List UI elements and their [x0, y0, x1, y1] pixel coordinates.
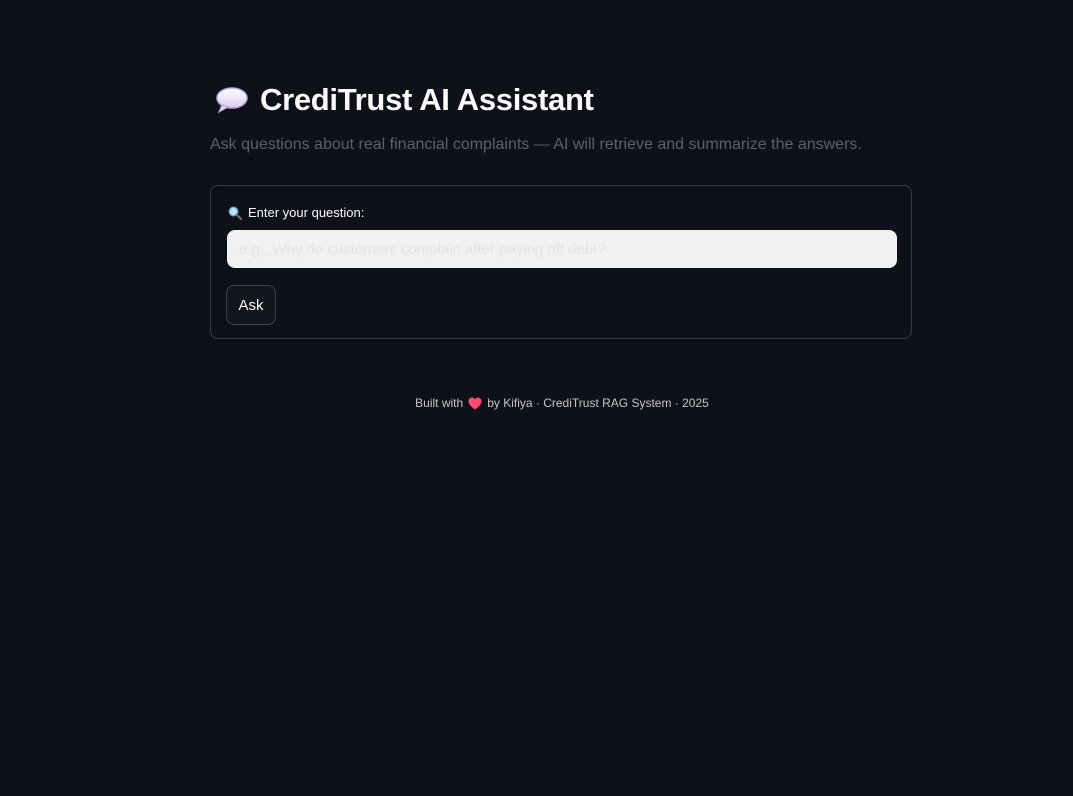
question-label-text: Enter your question: [248, 205, 365, 220]
footer-suffix: by Kifiya · CrediTrust RAG System · 2025 [487, 396, 709, 410]
speech-bubble-icon [214, 85, 250, 115]
footer-prefix: Built with [415, 396, 464, 410]
question-label: Enter your question: [228, 205, 364, 220]
footer: Built with by Kifiya · CrediTrust RAG Sy… [210, 396, 914, 410]
page-title: CrediTrust AI Assistant [260, 82, 594, 117]
page-subtitle: Ask questions about real financial compl… [210, 136, 862, 153]
ask-button[interactable]: Ask [226, 285, 276, 325]
question-form: Enter your question: Ask [210, 185, 912, 339]
title-row: CrediTrust AI Assistant [214, 80, 594, 120]
question-input[interactable] [227, 230, 897, 268]
magnifying-glass-icon [228, 206, 243, 220]
heart-icon [468, 397, 482, 410]
